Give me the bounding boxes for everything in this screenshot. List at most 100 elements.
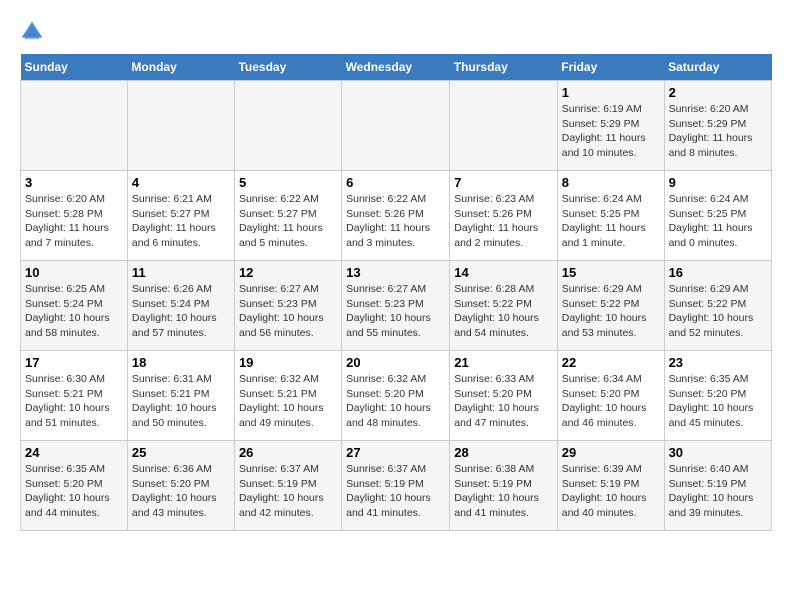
calendar-cell: 8 Sunrise: 6:24 AM Sunset: 5:25 PM Daylig… — [557, 171, 664, 261]
day-info: Sunrise: 6:20 AM Sunset: 5:28 PM Dayligh… — [25, 192, 123, 251]
calendar-week-5: 24 Sunrise: 6:35 AM Sunset: 5:20 PM Dayli… — [21, 441, 772, 531]
calendar-cell: 24 Sunrise: 6:35 AM Sunset: 5:20 PM Dayli… — [21, 441, 128, 531]
weekday-header-monday: Monday — [127, 54, 234, 81]
day-number: 28 — [454, 445, 552, 460]
calendar-cell: 4Sunrise: 6:21 AM Sunset: 5:27 PM Daylig… — [127, 171, 234, 261]
day-number: 8 — [562, 175, 660, 190]
day-number: 2 — [669, 85, 767, 100]
calendar-header: SundayMondayTuesdayWednesdayThursdayFrid… — [21, 54, 772, 81]
calendar-cell: 7 Sunrise: 6:23 AM Sunset: 5:26 PM Daylig… — [450, 171, 557, 261]
weekday-header-thursday: Thursday — [450, 54, 557, 81]
day-number: 5 — [239, 175, 337, 190]
day-info: Sunrise: 6:28 AM Sunset: 5:22 PM Dayligh… — [454, 282, 552, 341]
day-info: Sunrise: 6:27 AM Sunset: 5:23 PM Dayligh… — [346, 282, 445, 341]
day-number: 23 — [669, 355, 767, 370]
day-number: 30 — [669, 445, 767, 460]
day-number: 19 — [239, 355, 337, 370]
calendar-week-4: 17 Sunrise: 6:30 AM Sunset: 5:21 PM Dayli… — [21, 351, 772, 441]
calendar-cell: 26Sunrise: 6:37 AM Sunset: 5:19 PM Dayli… — [234, 441, 341, 531]
day-number: 22 — [562, 355, 660, 370]
calendar-table: SundayMondayTuesdayWednesdayThursdayFrid… — [20, 54, 772, 531]
day-info: Sunrise: 6:29 AM Sunset: 5:22 PM Dayligh… — [562, 282, 660, 341]
day-info: Sunrise: 6:33 AM Sunset: 5:20 PM Dayligh… — [454, 372, 552, 431]
day-number: 6 — [346, 175, 445, 190]
day-info: Sunrise: 6:20 AM Sunset: 5:29 PM Dayligh… — [669, 102, 767, 161]
calendar-cell: 3 Sunrise: 6:20 AM Sunset: 5:28 PM Daylig… — [21, 171, 128, 261]
calendar-cell: 2 Sunrise: 6:20 AM Sunset: 5:29 PM Daylig… — [664, 81, 771, 171]
calendar-cell: 12Sunrise: 6:27 AM Sunset: 5:23 PM Dayli… — [234, 261, 341, 351]
day-number: 9 — [669, 175, 767, 190]
calendar-cell: 15 Sunrise: 6:29 AM Sunset: 5:22 PM Dayli… — [557, 261, 664, 351]
day-info: Sunrise: 6:23 AM Sunset: 5:26 PM Dayligh… — [454, 192, 552, 251]
calendar-cell: 9 Sunrise: 6:24 AM Sunset: 5:25 PM Daylig… — [664, 171, 771, 261]
calendar-week-2: 3 Sunrise: 6:20 AM Sunset: 5:28 PM Daylig… — [21, 171, 772, 261]
calendar-cell — [450, 81, 557, 171]
day-number: 18 — [132, 355, 230, 370]
day-number: 29 — [562, 445, 660, 460]
day-number: 27 — [346, 445, 445, 460]
day-info: Sunrise: 6:37 AM Sunset: 5:19 PM Dayligh… — [346, 462, 445, 521]
day-number: 11 — [132, 265, 230, 280]
weekday-header-friday: Friday — [557, 54, 664, 81]
weekday-header-wednesday: Wednesday — [342, 54, 450, 81]
day-info: Sunrise: 6:37 AM Sunset: 5:19 PM Dayligh… — [239, 462, 337, 521]
day-number: 10 — [25, 265, 123, 280]
calendar-week-1: 1Sunrise: 6:19 AM Sunset: 5:29 PM Daylig… — [21, 81, 772, 171]
calendar-cell: 19 Sunrise: 6:32 AM Sunset: 5:21 PM Dayli… — [234, 351, 341, 441]
calendar-cell: 13 Sunrise: 6:27 AM Sunset: 5:23 PM Dayli… — [342, 261, 450, 351]
weekday-header-sunday: Sunday — [21, 54, 128, 81]
header — [20, 20, 772, 44]
calendar-cell — [21, 81, 128, 171]
day-info: Sunrise: 6:31 AM Sunset: 5:21 PM Dayligh… — [132, 372, 230, 431]
calendar-cell: 20 Sunrise: 6:32 AM Sunset: 5:20 PM Dayli… — [342, 351, 450, 441]
day-info: Sunrise: 6:38 AM Sunset: 5:19 PM Dayligh… — [454, 462, 552, 521]
day-info: Sunrise: 6:39 AM Sunset: 5:19 PM Dayligh… — [562, 462, 660, 521]
calendar-cell: 14 Sunrise: 6:28 AM Sunset: 5:22 PM Dayli… — [450, 261, 557, 351]
calendar-cell: 6 Sunrise: 6:22 AM Sunset: 5:26 PM Daylig… — [342, 171, 450, 261]
day-number: 21 — [454, 355, 552, 370]
calendar-cell — [342, 81, 450, 171]
day-info: Sunrise: 6:22 AM Sunset: 5:26 PM Dayligh… — [346, 192, 445, 251]
calendar-cell: 10 Sunrise: 6:25 AM Sunset: 5:24 PM Dayli… — [21, 261, 128, 351]
day-info: Sunrise: 6:35 AM Sunset: 5:20 PM Dayligh… — [25, 462, 123, 521]
calendar-cell: 11 Sunrise: 6:26 AM Sunset: 5:24 PM Dayli… — [127, 261, 234, 351]
calendar-cell — [127, 81, 234, 171]
calendar-cell — [234, 81, 341, 171]
logo — [20, 20, 48, 44]
calendar-cell: 18 Sunrise: 6:31 AM Sunset: 5:21 PM Dayli… — [127, 351, 234, 441]
day-info: Sunrise: 6:30 AM Sunset: 5:21 PM Dayligh… — [25, 372, 123, 431]
calendar-cell: 29 Sunrise: 6:39 AM Sunset: 5:19 PM Dayli… — [557, 441, 664, 531]
calendar-cell: 25Sunrise: 6:36 AM Sunset: 5:20 PM Dayli… — [127, 441, 234, 531]
day-number: 20 — [346, 355, 445, 370]
day-number: 17 — [25, 355, 123, 370]
calendar-cell: 17 Sunrise: 6:30 AM Sunset: 5:21 PM Dayli… — [21, 351, 128, 441]
day-info: Sunrise: 6:24 AM Sunset: 5:25 PM Dayligh… — [669, 192, 767, 251]
calendar-cell: 23 Sunrise: 6:35 AM Sunset: 5:20 PM Dayli… — [664, 351, 771, 441]
day-info: Sunrise: 6:24 AM Sunset: 5:25 PM Dayligh… — [562, 192, 660, 251]
day-info: Sunrise: 6:21 AM Sunset: 5:27 PM Dayligh… — [132, 192, 230, 251]
day-info: Sunrise: 6:29 AM Sunset: 5:22 PM Dayligh… — [669, 282, 767, 341]
day-info: Sunrise: 6:25 AM Sunset: 5:24 PM Dayligh… — [25, 282, 123, 341]
calendar-cell: 5 Sunrise: 6:22 AM Sunset: 5:27 PM Daylig… — [234, 171, 341, 261]
calendar-cell: 1Sunrise: 6:19 AM Sunset: 5:29 PM Daylig… — [557, 81, 664, 171]
calendar-cell: 21 Sunrise: 6:33 AM Sunset: 5:20 PM Dayli… — [450, 351, 557, 441]
calendar-cell: 30 Sunrise: 6:40 AM Sunset: 5:19 PM Dayli… — [664, 441, 771, 531]
day-info: Sunrise: 6:32 AM Sunset: 5:21 PM Dayligh… — [239, 372, 337, 431]
day-number: 15 — [562, 265, 660, 280]
day-number: 13 — [346, 265, 445, 280]
day-info: Sunrise: 6:22 AM Sunset: 5:27 PM Dayligh… — [239, 192, 337, 251]
day-info: Sunrise: 6:26 AM Sunset: 5:24 PM Dayligh… — [132, 282, 230, 341]
day-number: 7 — [454, 175, 552, 190]
calendar-cell: 16Sunrise: 6:29 AM Sunset: 5:22 PM Dayli… — [664, 261, 771, 351]
day-number: 24 — [25, 445, 123, 460]
calendar-body: 1Sunrise: 6:19 AM Sunset: 5:29 PM Daylig… — [21, 81, 772, 531]
day-number: 14 — [454, 265, 552, 280]
day-info: Sunrise: 6:34 AM Sunset: 5:20 PM Dayligh… — [562, 372, 660, 431]
day-number: 1 — [562, 85, 660, 100]
day-info: Sunrise: 6:35 AM Sunset: 5:20 PM Dayligh… — [669, 372, 767, 431]
logo-icon — [20, 20, 44, 44]
day-info: Sunrise: 6:40 AM Sunset: 5:19 PM Dayligh… — [669, 462, 767, 521]
day-number: 3 — [25, 175, 123, 190]
day-info: Sunrise: 6:32 AM Sunset: 5:20 PM Dayligh… — [346, 372, 445, 431]
weekday-header-row: SundayMondayTuesdayWednesdayThursdayFrid… — [21, 54, 772, 81]
